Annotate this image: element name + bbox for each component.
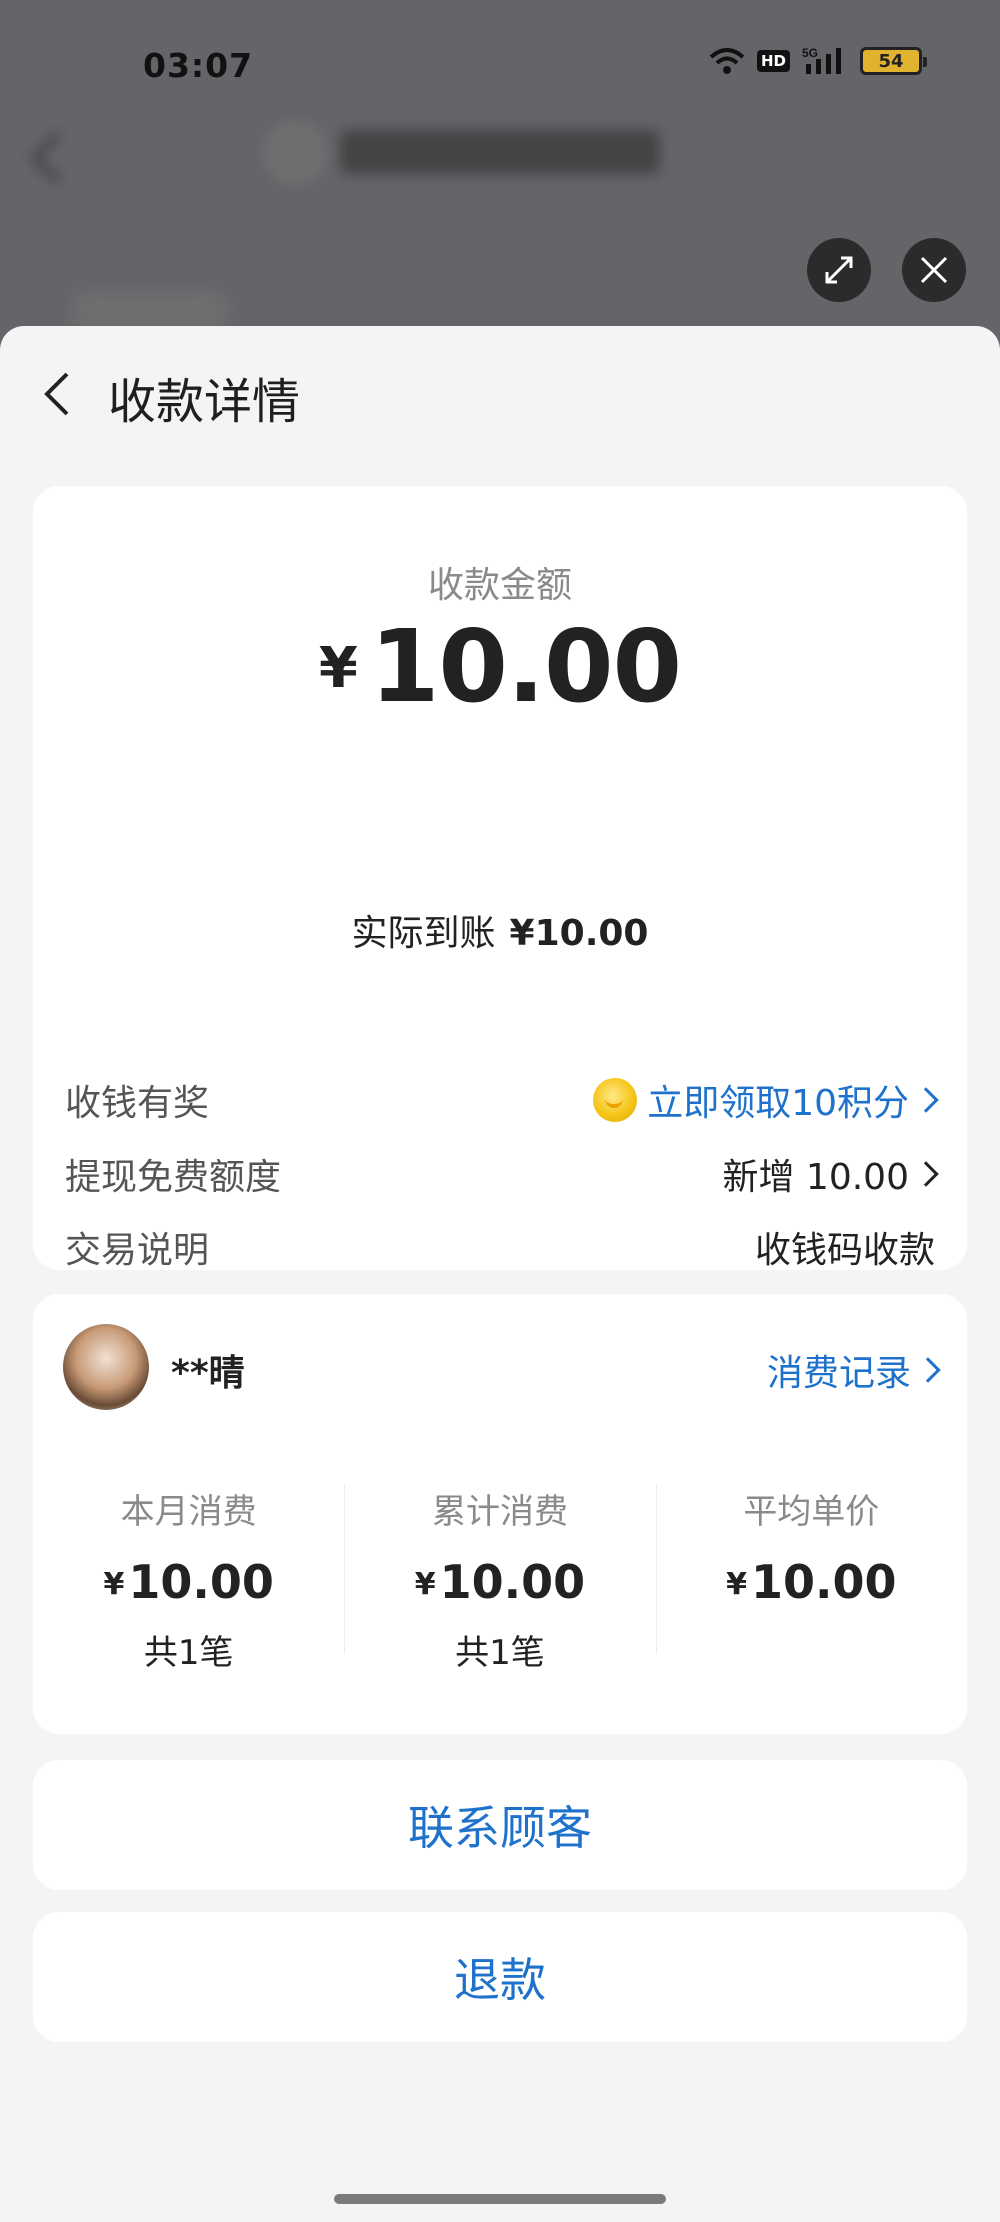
reward-row[interactable]: 收钱有奖 立即领取10积分 (65, 1072, 939, 1128)
page-title: 收款详情 (108, 374, 301, 430)
chevron-right-icon (913, 1087, 939, 1113)
amount-display: ¥10.00 (33, 608, 967, 725)
background-pill (70, 290, 230, 330)
customer-card: **晴 消费记录 本月消费 ¥10.00 共1笔 累计消费 ¥10.00 共1笔… (33, 1294, 967, 1734)
transaction-note-row: 交易说明 收钱码收款 (65, 1219, 935, 1275)
stat-label: 平均单价 (743, 1492, 880, 1532)
stat-value: ¥10.00 (656, 1555, 967, 1609)
sheet-header: 收款详情 (0, 326, 1000, 456)
withdraw-quota-value: 新增 10.00 (722, 1157, 909, 1198)
customer-name: **晴 (171, 1353, 245, 1394)
expand-icon (825, 256, 853, 284)
transaction-note-label: 交易说明 (65, 1230, 210, 1271)
chevron-right-icon (913, 1161, 939, 1187)
status-time: 03:07 (143, 46, 254, 85)
home-indicator[interactable] (334, 2194, 666, 2204)
stat-total: 累计消费 ¥10.00 共1笔 (344, 1484, 655, 1674)
stat-monthly: 本月消费 ¥10.00 共1笔 (33, 1484, 344, 1674)
back-icon (44, 372, 69, 416)
reward-link[interactable]: 立即领取10积分 (593, 1074, 939, 1126)
chevron-right-icon (915, 1357, 941, 1383)
stat-count: 共1笔 (143, 1633, 234, 1673)
hd-icon: HD (756, 50, 790, 72)
amount-card: 收款金额 ¥10.00 实际到账 ¥10.00 收钱有奖 立即领取10积分 提现免… (33, 486, 967, 1362)
battery-level: 54 (878, 50, 904, 72)
contact-customer-button[interactable]: 联系顾客 (33, 1760, 967, 1890)
stat-currency: ¥ (103, 1567, 125, 1602)
status-icons: HD 5G 54 (709, 46, 927, 76)
actual-received-label: 实际到账 (351, 913, 496, 954)
transaction-note-value: 收钱码收款 (754, 1230, 935, 1271)
stat-value: ¥10.00 (344, 1555, 655, 1609)
signal-5g-icon: 5G (802, 46, 848, 76)
amount-value: 10.00 (369, 608, 682, 725)
svg-text:5G: 5G (802, 46, 818, 60)
reward-label: 收钱有奖 (65, 1083, 210, 1124)
withdraw-quota-label: 提现免费额度 (65, 1157, 282, 1198)
stat-value: ¥10.00 (33, 1555, 344, 1609)
consumption-records-label: 消费记录 (766, 1353, 911, 1394)
stat-amount: 10.00 (128, 1555, 274, 1609)
consumption-records-link[interactable]: 消费记录 (766, 1344, 941, 1396)
status-bar: 03:07 HD 5G 54 (0, 0, 1000, 120)
background-page-header (0, 110, 1000, 415)
withdraw-quota-row[interactable]: 提现免费额度 新增 10.00 (65, 1146, 939, 1202)
background-back-icon (30, 132, 82, 184)
stat-count: 共1笔 (455, 1633, 545, 1673)
close-button[interactable] (902, 238, 966, 302)
actual-received: 实际到账 ¥10.00 (33, 904, 967, 956)
wifi-icon (709, 47, 745, 75)
battery-icon: 54 (860, 47, 927, 75)
actual-received-value: ¥10.00 (509, 913, 649, 954)
amount-label: 收款金额 (427, 565, 572, 606)
currency-symbol: ¥ (318, 636, 358, 701)
stat-average: 平均单价 ¥10.00 (655, 1484, 967, 1674)
reward-value: 立即领取10积分 (647, 1083, 909, 1124)
stat-label: 本月消费 (120, 1492, 257, 1532)
stat-currency: ¥ (726, 1567, 747, 1602)
background-avatar (262, 120, 328, 186)
back-button[interactable] (28, 366, 84, 422)
background-title (340, 130, 660, 174)
coin-icon (593, 1078, 638, 1122)
avatar[interactable] (63, 1324, 149, 1410)
customer-stats: 本月消费 ¥10.00 共1笔 累计消费 ¥10.00 共1笔 平均单价 ¥10… (33, 1484, 967, 1674)
stat-amount: 10.00 (439, 1555, 586, 1609)
stat-label: 累计消费 (431, 1492, 568, 1532)
withdraw-quota-link[interactable]: 新增 10.00 (722, 1148, 939, 1200)
refund-button[interactable]: 退款 (33, 1912, 967, 2042)
stat-amount: 10.00 (751, 1555, 897, 1609)
expand-button[interactable] (807, 238, 871, 302)
payment-detail-sheet: 收款详情 收款金额 ¥10.00 实际到账 ¥10.00 收钱有奖 立即领取10积… (0, 326, 1000, 2222)
close-icon (920, 256, 948, 284)
stat-currency: ¥ (414, 1567, 436, 1602)
